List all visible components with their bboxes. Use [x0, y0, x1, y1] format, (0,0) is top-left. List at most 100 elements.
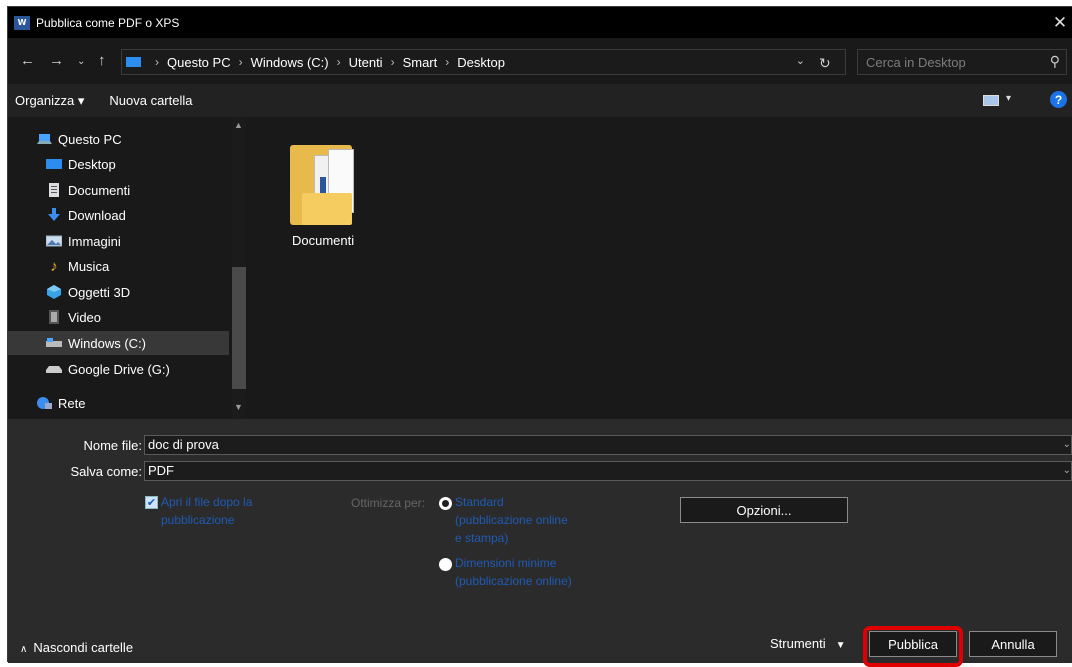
file-list: Documenti	[248, 117, 1072, 419]
hide-folders-toggle[interactable]: ∧ Nascondi cartelle	[20, 640, 133, 655]
address-bar: ← → ⌄ ↑ › Questo PC › Windows (C:) › Ute…	[8, 38, 1072, 84]
view-mode-icon[interactable]	[983, 95, 999, 106]
publish-highlight-annotation	[863, 626, 963, 667]
saveas-value: PDF	[148, 463, 174, 478]
dialog-window: W Pubblica come PDF o XPS ✕ ← → ⌄ ↑ › Qu…	[7, 6, 1072, 667]
scroll-up-icon[interactable]: ▲	[234, 120, 243, 130]
sidebar-item-google-drive[interactable]: Google Drive (G:)	[8, 357, 229, 381]
forward-arrow-icon[interactable]: →	[49, 52, 64, 69]
optimize-standard-label-line2: (pubblicazione online	[455, 513, 568, 527]
save-options-panel: Nome file: doc di prova ⌄ Salva come: PD…	[8, 419, 1072, 667]
options-button[interactable]: Opzioni...	[680, 497, 848, 523]
sidebar-item-video[interactable]: Video	[8, 305, 229, 329]
sidebar-item-label: Download	[68, 207, 126, 223]
sidebar-item-label: Oggetti 3D	[68, 284, 131, 300]
optimize-standard-label-line1: Standard	[455, 495, 504, 509]
saveas-dropdown-icon[interactable]: ⌄	[1063, 462, 1071, 480]
sidebar-item-pictures[interactable]: Immagini	[8, 229, 229, 253]
sidebar-item-label: Windows (C:)	[68, 335, 147, 351]
breadcrumb-item[interactable]: Desktop	[457, 55, 505, 70]
download-icon	[46, 208, 62, 222]
sidebar-item-windows-c[interactable]: Windows (C:)	[8, 331, 229, 355]
search-icon[interactable]: ⚲	[1050, 53, 1060, 70]
saveas-label: Salva come:	[70, 464, 142, 479]
hide-folders-label: Nascondi cartelle	[33, 640, 134, 655]
tools-menu[interactable]: Strumenti ▼	[770, 636, 846, 651]
recent-locations-chevron-icon[interactable]: ⌄	[77, 56, 85, 67]
title-bar: W Pubblica come PDF o XPS ✕	[8, 7, 1072, 38]
sidebar-item-label: Questo PC	[58, 131, 122, 147]
drive-icon	[46, 336, 62, 350]
drive-icon	[46, 362, 62, 376]
search-placeholder: Cerca in Desktop	[866, 55, 966, 70]
breadcrumb-chevron-icon[interactable]: ›	[391, 55, 395, 69]
breadcrumb-chevron-icon[interactable]: ›	[445, 55, 449, 69]
sidebar-item-network[interactable]: Rete	[8, 391, 229, 415]
optimize-minimum-radio[interactable]	[439, 558, 452, 571]
open-after-publish-checkbox[interactable]: ✔	[145, 496, 158, 509]
location-folder-icon	[126, 57, 141, 67]
open-after-publish-label-line2: pubblicazione	[161, 513, 235, 527]
sidebar-item-3d-objects[interactable]: Oggetti 3D	[8, 280, 229, 304]
breadcrumb[interactable]: › Questo PC › Windows (C:) › Utenti › Sm…	[121, 49, 846, 75]
breadcrumb-item[interactable]: Windows (C:)	[251, 55, 329, 70]
breadcrumb-chevron-icon[interactable]: ›	[337, 55, 341, 69]
breadcrumb-chevron-icon[interactable]: ›	[239, 55, 243, 69]
music-icon: ♪	[50, 257, 58, 275]
help-icon[interactable]: ?	[1050, 91, 1067, 108]
filename-value: doc di prova	[148, 437, 219, 452]
network-icon	[36, 396, 52, 410]
folder-front-icon	[302, 193, 352, 225]
documents-icon	[46, 183, 62, 197]
scrollbar-thumb[interactable]	[232, 267, 246, 389]
sidebar-item-label: Documenti	[68, 182, 131, 198]
optimize-standard-radio[interactable]	[439, 497, 452, 510]
sidebar-item-download[interactable]: Download	[8, 203, 229, 227]
cancel-button[interactable]: Annulla	[969, 631, 1057, 657]
chevron-up-icon: ∧	[20, 644, 28, 655]
sidebar-item-label: Google Drive (G:)	[68, 361, 170, 377]
optimize-minimum-label-line2: (pubblicazione online)	[455, 574, 572, 588]
scroll-down-icon[interactable]: ▼	[234, 402, 243, 412]
sidebar-item-label: Musica	[68, 258, 110, 274]
optimize-standard-label-line3: e stampa)	[455, 531, 509, 545]
search-input[interactable]: Cerca in Desktop ⚲	[857, 49, 1067, 75]
nav-scrollbar[interactable]: ▲ ▼	[232, 117, 246, 419]
filename-dropdown-icon[interactable]: ⌄	[1063, 436, 1071, 454]
open-after-publish-label-line1: Apri il file dopo la	[161, 495, 253, 509]
tools-label: Strumenti	[770, 636, 826, 651]
saveas-select[interactable]: PDF ⌄	[144, 461, 1072, 481]
back-arrow-icon[interactable]: ←	[20, 52, 35, 69]
filename-field[interactable]: doc di prova ⌄	[144, 435, 1072, 455]
file-name: Documenti	[292, 233, 355, 248]
close-icon[interactable]: ✕	[1048, 7, 1072, 38]
sidebar-item-label: Immagini	[68, 233, 121, 249]
sidebar-item-label: Desktop	[68, 156, 116, 172]
chevron-down-icon: ▼	[835, 640, 846, 651]
refresh-icon[interactable]: ↻	[819, 55, 831, 72]
breadcrumb-item[interactable]: Questo PC	[167, 55, 231, 70]
breadcrumb-chevron-icon[interactable]: ›	[155, 55, 159, 69]
address-dropdown-icon[interactable]: ⌄	[796, 54, 805, 67]
sidebar-item-this-pc[interactable]: Questo PC	[8, 127, 229, 151]
navigation-pane: Questo PC Desktop Documenti Download Imm…	[8, 117, 248, 419]
sidebar-item-documents[interactable]: Documenti	[8, 178, 229, 202]
up-arrow-icon[interactable]: ↑	[98, 52, 106, 69]
window-title: Pubblica come PDF o XPS	[36, 15, 180, 30]
sidebar-item-desktop[interactable]: Desktop	[8, 152, 229, 176]
filename-label: Nome file:	[83, 438, 142, 453]
new-folder-button[interactable]: Nuova cartella	[109, 93, 192, 108]
video-icon	[46, 310, 62, 324]
organize-menu[interactable]: Organizza ▾	[15, 93, 84, 109]
3d-objects-icon	[46, 285, 62, 299]
sidebar-item-music[interactable]: ♪ Musica	[8, 254, 229, 278]
optimize-label: Ottimizza per:	[351, 496, 426, 510]
optimize-minimum-label-line1: Dimensioni minime	[455, 556, 557, 570]
sidebar-item-label: Rete	[58, 395, 86, 411]
view-mode-dropdown-icon[interactable]: ▾	[1006, 93, 1011, 104]
folder-item-documents[interactable]: Documenti	[290, 137, 370, 248]
breadcrumb-item[interactable]: Smart	[403, 55, 438, 70]
command-toolbar: Organizza ▾ Nuova cartella ▾ ?	[8, 84, 1072, 117]
breadcrumb-item[interactable]: Utenti	[349, 55, 383, 70]
desktop-folder-icon	[46, 157, 62, 171]
